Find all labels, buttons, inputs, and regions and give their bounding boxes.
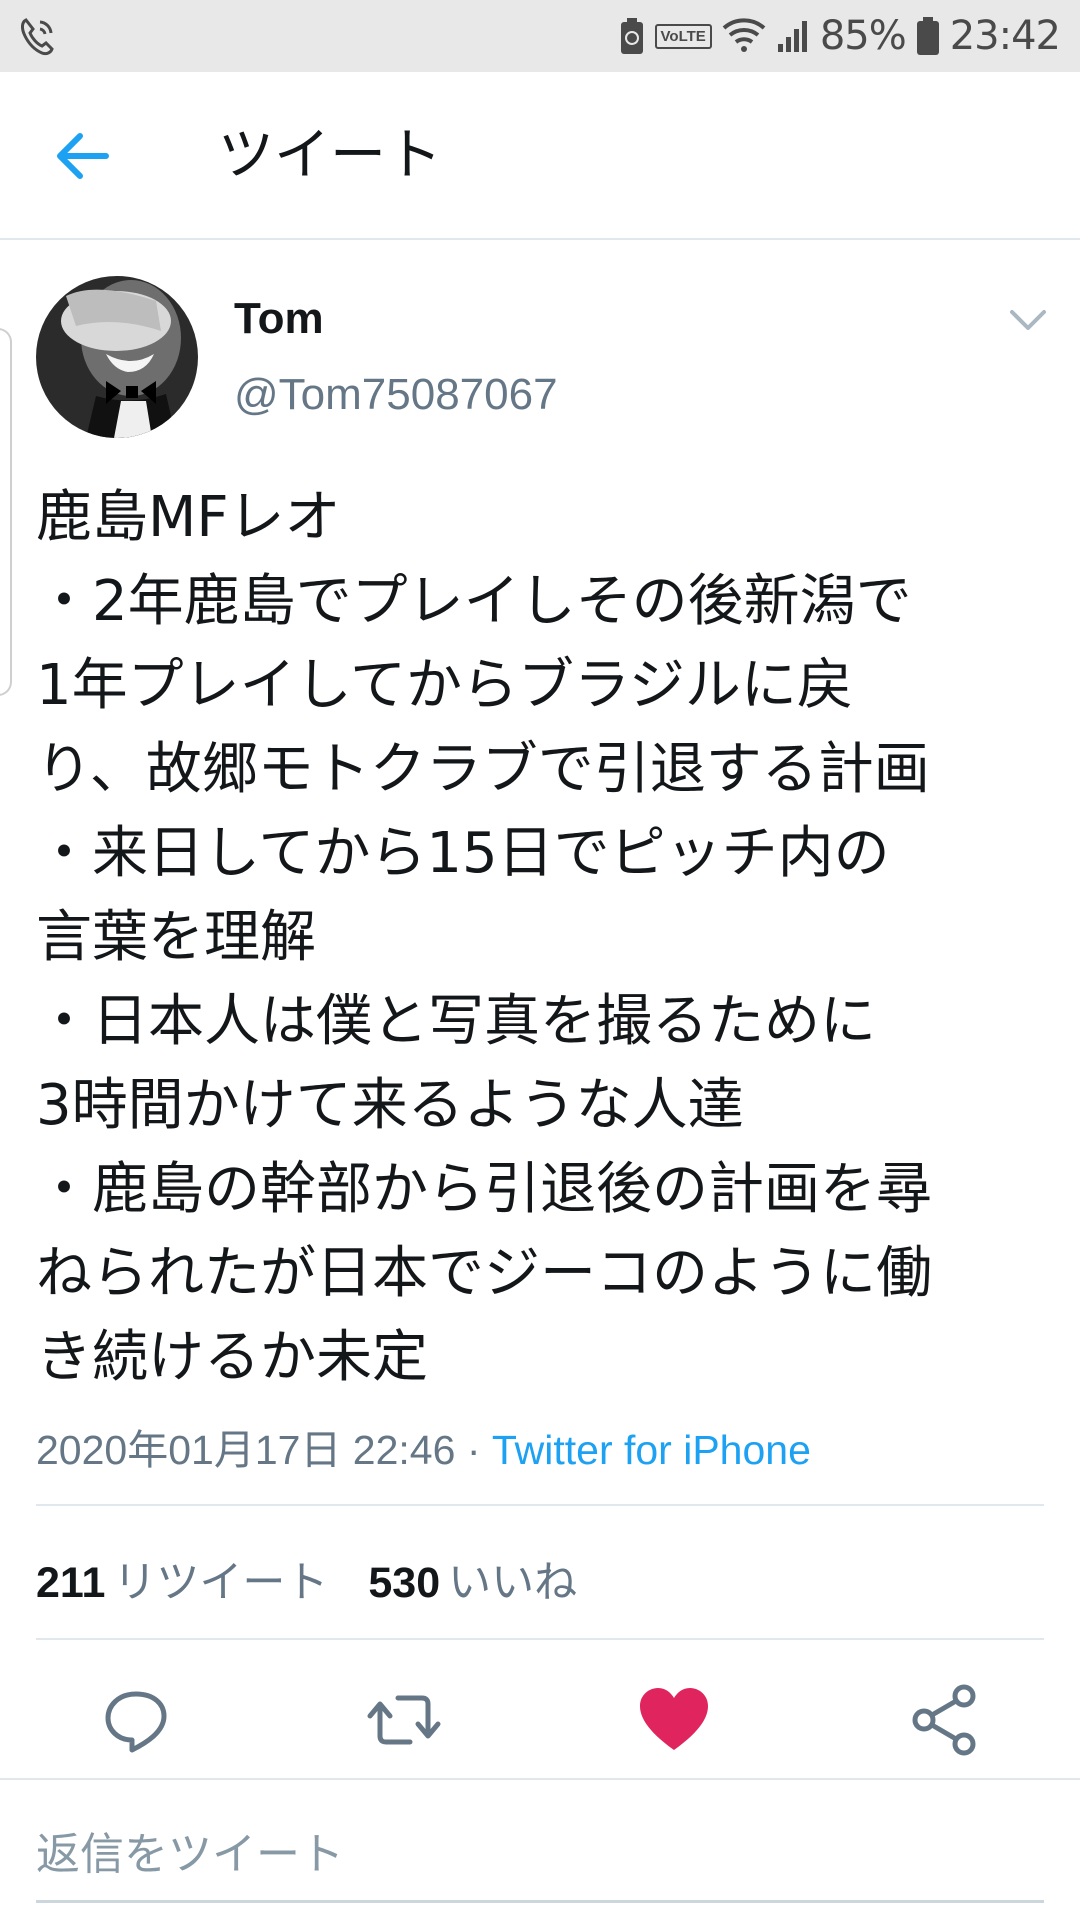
app-header: ツイート bbox=[0, 72, 1080, 240]
retweet-icon[interactable] bbox=[364, 1680, 444, 1760]
avatar[interactable] bbox=[36, 276, 198, 438]
like-count[interactable]: 530 bbox=[368, 1559, 440, 1607]
wifi-icon bbox=[722, 18, 766, 52]
like-icon[interactable] bbox=[634, 1680, 714, 1760]
back-arrow-icon[interactable] bbox=[52, 124, 116, 188]
share-icon[interactable] bbox=[904, 1680, 984, 1760]
edge-panel-handle[interactable] bbox=[0, 328, 12, 696]
avatar-photo bbox=[36, 276, 198, 438]
reply-icon[interactable] bbox=[96, 1680, 176, 1760]
tweet-source-link[interactable]: Twitter for iPhone bbox=[492, 1427, 811, 1473]
tweet-stats: 211 リツイート 530 いいね bbox=[36, 1548, 577, 1610]
page-title: ツイート bbox=[218, 123, 442, 188]
retweet-label[interactable]: リツイート bbox=[113, 1558, 328, 1608]
battery-saver-icon bbox=[620, 18, 643, 54]
tweet-meta: 2020年01月17日 22:46 · Twitter for iPhone bbox=[36, 1416, 811, 1476]
clock: 23:42 bbox=[949, 13, 1061, 59]
divider bbox=[36, 1638, 1044, 1640]
chevron-down-icon[interactable] bbox=[1004, 302, 1052, 338]
status-icons: VoLTE 85% 23:42 bbox=[619, 10, 1061, 62]
tweet-timestamp: 2020年01月17日 22:46 bbox=[36, 1427, 456, 1473]
tweet-text: 鹿島MFレオ ・2年鹿島でプレイしその後新潟で 1年プレイしてからブラジルに戻 … bbox=[36, 485, 932, 1390]
reply-input[interactable]: 返信をツイート bbox=[36, 1818, 344, 1882]
wifi-call-icon bbox=[21, 18, 54, 56]
signal-icon bbox=[777, 21, 807, 52]
action-bar bbox=[0, 1680, 1080, 1780]
user-handle[interactable]: @Tom75087067 bbox=[234, 370, 558, 420]
battery-percent: 85% bbox=[819, 13, 907, 59]
status-bar: VoLTE 85% 23:42 bbox=[0, 0, 1080, 72]
like-label[interactable]: いいね bbox=[448, 1558, 577, 1608]
volte-badge: VoLTE bbox=[654, 23, 712, 49]
divider bbox=[36, 1504, 1044, 1506]
user-display-name[interactable]: Tom bbox=[234, 294, 324, 344]
divider bbox=[0, 1778, 1080, 1780]
meta-separator: · bbox=[455, 1427, 492, 1473]
retweet-count[interactable]: 211 bbox=[36, 1559, 105, 1607]
battery-icon bbox=[916, 17, 939, 55]
tweet-detail-screen: VoLTE 85% 23:42 ツイート Tom @Tom75087067 鹿島… bbox=[0, 0, 1080, 1920]
reply-input-underline bbox=[36, 1900, 1044, 1903]
